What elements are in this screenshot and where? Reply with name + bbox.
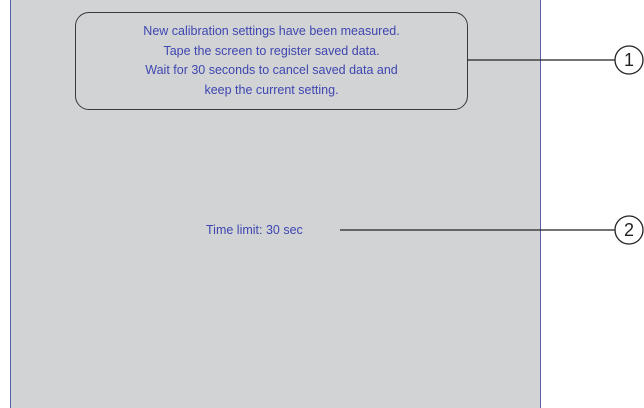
- calibration-message-box: New calibration settings have been measu…: [75, 12, 468, 110]
- message-line-2: Tape the screen to register saved data.: [163, 43, 380, 58]
- callout-number-1: 1: [623, 50, 634, 70]
- callout-number-2: 2: [623, 220, 634, 240]
- time-limit-label: Time limit: 30 sec: [206, 223, 303, 237]
- calibration-screen[interactable]: New calibration settings have been measu…: [10, 0, 541, 408]
- message-line-4: keep the current setting.: [204, 82, 339, 97]
- message-line-3: Wait for 30 seconds to cancel saved data…: [145, 63, 398, 77]
- message-line-1: New calibration settings have been measu…: [143, 24, 400, 38]
